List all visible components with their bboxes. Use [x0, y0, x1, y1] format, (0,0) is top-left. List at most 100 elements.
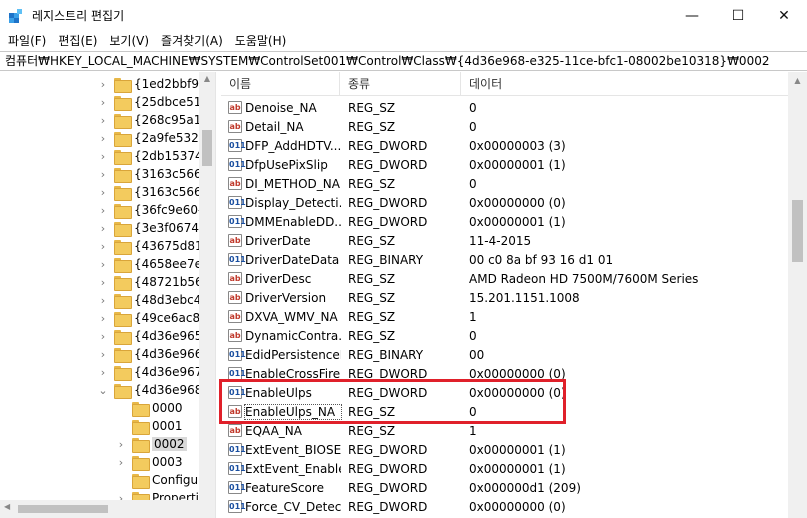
tree-item[interactable]: Configura: [116, 471, 210, 489]
key-tree[interactable]: › {1ed2bbf9-1 › {25dbce51-6 › {268c95a1-e › {2a…: [0, 72, 215, 518]
menu-edit[interactable]: 편집(E): [54, 31, 101, 51]
value-row[interactable]: ab DynamicContra... REG_SZ 0: [221, 326, 788, 345]
tree-item[interactable]: 0001: [116, 417, 183, 435]
value-row[interactable]: ab Detail_NA REG_SZ 0: [221, 117, 788, 136]
string-value-icon: ab: [228, 234, 242, 247]
chevron-right-icon[interactable]: ›: [98, 237, 108, 255]
value-data: 0: [469, 119, 477, 134]
value-name: DXVA_WMV_NA: [245, 309, 338, 324]
chevron-right-icon[interactable]: ›: [98, 147, 108, 165]
value-name: DFP_AddHDTV...: [245, 138, 341, 153]
chevron-right-icon[interactable]: ›: [116, 435, 126, 453]
tree-item[interactable]: › {4d36e965-: [98, 327, 207, 345]
tree-item[interactable]: › {49ce6ac8-6: [98, 309, 212, 327]
value-row[interactable]: ab DXVA_WMV_NA REG_SZ 1: [221, 307, 788, 326]
tree-item[interactable]: › {48721b56-: [98, 273, 207, 291]
value-row[interactable]: ab DriverVersion REG_SZ 15.201.1151.1008: [221, 288, 788, 307]
tree-item[interactable]: › {36fc9e60-c: [98, 201, 209, 219]
tree-item-label: {4d36e968-: [134, 383, 207, 397]
tree-item[interactable]: › 0003: [116, 453, 183, 471]
value-data: 0x000000d1 (209): [469, 480, 581, 495]
tree-item[interactable]: › {4d36e966-: [98, 345, 207, 363]
tree-item[interactable]: › {3163c566-: [98, 183, 206, 201]
chevron-right-icon[interactable]: ›: [98, 111, 108, 129]
value-data: 1: [469, 309, 477, 324]
close-button[interactable]: ✕: [761, 0, 807, 31]
tree-item[interactable]: › {25dbce51-6: [98, 93, 213, 111]
value-row[interactable]: 011 DriverDateData REG_BINARY 00 c0 8a bf 9…: [221, 250, 788, 269]
chevron-right-icon[interactable]: ›: [98, 309, 108, 327]
value-row[interactable]: ab DriverDate REG_SZ 11-4-2015: [221, 231, 788, 250]
tree-item[interactable]: ⌄ {4d36e968-: [98, 381, 207, 399]
scroll-up-arrow-icon[interactable]: ▲: [199, 74, 215, 83]
minimize-button[interactable]: —: [669, 0, 715, 31]
value-row[interactable]: ab DriverDesc REG_SZ AMD Radeon HD 7500M/76…: [221, 269, 788, 288]
chevron-right-icon[interactable]: ›: [98, 219, 108, 237]
chevron-right-icon[interactable]: ›: [98, 363, 108, 381]
value-row[interactable]: 011 DFP_AddHDTV... REG_DWORD 0x00000003 (3): [221, 136, 788, 155]
value-row[interactable]: ab Denoise_NA REG_SZ 0: [221, 98, 788, 117]
value-row[interactable]: ab DI_METHOD_NA REG_SZ 0: [221, 174, 788, 193]
value-data: 15.201.1151.1008: [469, 290, 580, 305]
value-row[interactable]: 011 DfpUsePixSlip REG_DWORD 0x00000001 (1): [221, 155, 788, 174]
scroll-thumb[interactable]: [202, 130, 212, 166]
scroll-left-arrow-icon[interactable]: ◀: [4, 502, 10, 511]
value-type: REG_DWORD: [348, 157, 428, 172]
menu-favorites[interactable]: 즐겨찾기(A): [157, 31, 227, 51]
chevron-right-icon[interactable]: ›: [98, 201, 108, 219]
tree-item[interactable]: › {48d3ebc4-4: [98, 291, 213, 309]
address-bar[interactable]: 컴퓨터₩HKEY_LOCAL_MACHINE₩SYSTEM₩ControlSet…: [0, 51, 807, 71]
chevron-right-icon[interactable]: ›: [98, 291, 108, 309]
chevron-right-icon[interactable]: ›: [98, 165, 108, 183]
tree-item[interactable]: 0000: [116, 399, 183, 417]
menu-view[interactable]: 보기(V): [105, 31, 153, 51]
values-list[interactable]: 이름 종류 데이터 ab Denoise_NA REG_SZ 0 ab Detail_NA…: [221, 72, 788, 518]
string-value-icon: ab: [228, 329, 242, 342]
tree-item[interactable]: › {4d36e967-: [98, 363, 207, 381]
chevron-right-icon[interactable]: ›: [98, 345, 108, 363]
value-name: DynamicContra...: [245, 328, 341, 343]
chevron-right-icon[interactable]: ›: [98, 75, 108, 93]
value-row[interactable]: 011 FeatureScore REG_DWORD 0x000000d1 (209): [221, 478, 788, 497]
value-row[interactable]: 011ExtEvent_Enable... REG_DWORD 0x00000001…: [221, 459, 788, 478]
chevron-right-icon[interactable]: ›: [98, 255, 108, 273]
chevron-right-icon[interactable]: ›: [116, 453, 126, 471]
scroll-thumb[interactable]: [792, 200, 803, 262]
values-vertical-scrollbar[interactable]: ▲: [788, 72, 807, 518]
chevron-down-icon[interactable]: ⌄: [98, 381, 108, 399]
tree-horizontal-scrollbar[interactable]: ◀: [0, 500, 215, 518]
column-type[interactable]: 종류: [340, 72, 461, 96]
registry-editor-icon: [9, 9, 22, 23]
folder-icon: [114, 113, 132, 129]
scroll-up-arrow-icon[interactable]: ▲: [788, 76, 807, 85]
string-value-icon: ab: [228, 101, 242, 114]
chevron-right-icon[interactable]: ›: [98, 273, 108, 291]
tree-item[interactable]: › {1ed2bbf9-1: [98, 75, 211, 93]
value-row[interactable]: 011ExtEvent_BIOSE... REG_DWORD 0x00000001 …: [221, 440, 788, 459]
menu-file[interactable]: 파일(F): [4, 31, 50, 51]
tree-item[interactable]: › 0002: [116, 435, 187, 453]
tree-item[interactable]: › {4658ee7e-f: [98, 255, 211, 273]
column-name[interactable]: 이름: [221, 72, 340, 96]
chevron-right-icon[interactable]: ›: [98, 327, 108, 345]
value-row[interactable]: 011 DMMEnableDD... REG_DWORD 0x00000001 (1): [221, 212, 788, 231]
chevron-right-icon[interactable]: ›: [98, 93, 108, 111]
tree-item[interactable]: › {43675d81-: [98, 237, 207, 255]
column-data[interactable]: 데이터: [461, 72, 788, 96]
chevron-right-icon[interactable]: ›: [98, 183, 108, 201]
value-name: EQAA_NA: [245, 423, 302, 438]
scroll-thumb[interactable]: [18, 505, 108, 513]
tree-item[interactable]: › {3163c566-: [98, 165, 206, 183]
chevron-right-icon[interactable]: ›: [98, 129, 108, 147]
tree-item[interactable]: › {2a9fe532-0: [98, 129, 211, 147]
menu-help[interactable]: 도움말(H): [231, 31, 291, 51]
tree-vertical-scrollbar[interactable]: ▲: [199, 72, 215, 500]
value-row[interactable]: 011 Display_Detecti... REG_DWORD 0x00000000…: [221, 193, 788, 212]
value-row[interactable]: 011Force_CV_Detec... REG_DWORD 0x00000000 …: [221, 497, 788, 516]
value-type: REG_BINARY: [348, 252, 424, 267]
maximize-button[interactable]: ☐: [715, 0, 761, 31]
tree-item[interactable]: › {2db15374-: [98, 147, 207, 165]
tree-item[interactable]: › {3e3f0674-c: [98, 219, 210, 237]
value-row[interactable]: 011EdidPersistenceI... REG_BINARY 00: [221, 345, 788, 364]
tree-item[interactable]: › {268c95a1-e: [98, 111, 213, 129]
